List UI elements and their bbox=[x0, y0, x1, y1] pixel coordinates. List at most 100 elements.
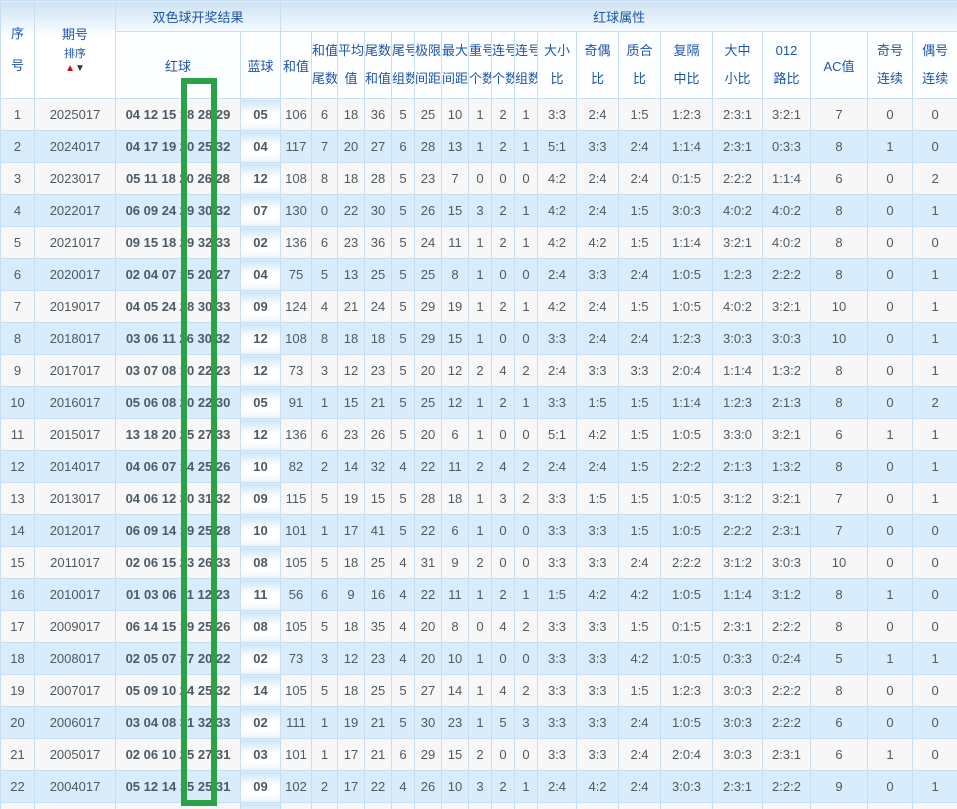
cell-attr-16: 9 bbox=[811, 803, 868, 809]
cell-attr-10: 5:1 bbox=[538, 131, 577, 163]
cell-attr-17: 1 bbox=[868, 803, 913, 809]
cell-attr-8: 0 bbox=[492, 515, 515, 547]
cell-attr-16: 8 bbox=[811, 227, 868, 259]
cell-attr-6: 10 bbox=[442, 99, 469, 131]
cell-attr-5: 31 bbox=[415, 547, 442, 579]
cell-attr-6: 18 bbox=[442, 483, 469, 515]
cell-attr-9: 1 bbox=[515, 291, 538, 323]
cell-seq: 3 bbox=[1, 163, 35, 195]
table-row: 9201701703 07 08 10 22 23127331223520122… bbox=[1, 355, 957, 387]
cell-attr-7: 1 bbox=[469, 387, 492, 419]
cell-attr-7: 1 bbox=[469, 259, 492, 291]
cell-red-balls: 06 14 15 19 25 26 bbox=[116, 611, 241, 643]
cell-attr-8: 2 bbox=[492, 579, 515, 611]
cell-attr-2: 14 bbox=[338, 451, 365, 483]
column-header-issue-sort: 期号 排序 ▲▼ bbox=[35, 1, 116, 99]
cell-attr-14: 2:3:1 bbox=[713, 131, 763, 163]
cell-attr-0: 105 bbox=[281, 547, 312, 579]
cell-attr-11: 3:3 bbox=[577, 355, 619, 387]
cell-attr-17: 0 bbox=[868, 547, 913, 579]
cell-attr-1: 2 bbox=[312, 771, 338, 803]
cell-attr-18: 2 bbox=[913, 387, 957, 419]
cell-attr-0: 115 bbox=[281, 483, 312, 515]
cell-attr-13: 1:0:5 bbox=[661, 259, 713, 291]
cell-attr-0: 91 bbox=[281, 387, 312, 419]
cell-attr-2: 17 bbox=[338, 739, 365, 771]
cell-attr-17: 1 bbox=[868, 579, 913, 611]
cell-attr-0: 110 bbox=[281, 803, 312, 809]
cell-attr-12: 1:5 bbox=[619, 451, 661, 483]
cell-attr-1: 4 bbox=[312, 291, 338, 323]
cell-attr-5: 24 bbox=[415, 227, 442, 259]
cell-attr-2: 18 bbox=[338, 99, 365, 131]
cell-attr-8: 3 bbox=[492, 483, 515, 515]
cell-attr-13: 1:1:4 bbox=[661, 227, 713, 259]
cell-attr-15: 2:2:2 bbox=[763, 675, 811, 707]
cell-attr-10: 3:3 bbox=[538, 483, 577, 515]
cell-attr-11: 3:3 bbox=[577, 515, 619, 547]
cell-attr-12: 1:5 bbox=[619, 195, 661, 227]
cell-attr-15: 2:2:2 bbox=[763, 771, 811, 803]
cell-attr-7: 1 bbox=[469, 323, 492, 355]
cell-attr-1: 5 bbox=[312, 675, 338, 707]
cell-attr-15: 3:2:1 bbox=[763, 99, 811, 131]
column-header-attr-6: 最大间距 bbox=[442, 32, 469, 99]
cell-red-balls: 06 09 24 29 30 32 bbox=[116, 195, 241, 227]
cell-attr-5: 29 bbox=[415, 323, 442, 355]
issue-sort-control[interactable]: ▲▼ bbox=[35, 62, 115, 78]
cell-attr-4: 5 bbox=[392, 707, 415, 739]
cell-attr-13: 1:0:5 bbox=[661, 515, 713, 547]
column-header-attr-1: 和值尾数 bbox=[312, 32, 338, 99]
cell-attr-4: 6 bbox=[392, 131, 415, 163]
cell-blue-ball: 07 bbox=[241, 195, 281, 227]
cell-blue-ball: 09 bbox=[241, 771, 281, 803]
cell-attr-9: 1 bbox=[515, 99, 538, 131]
cell-seq: 1 bbox=[1, 99, 35, 131]
column-header-attr-10: 大小比 bbox=[538, 32, 577, 99]
cell-attr-8: 2 bbox=[492, 387, 515, 419]
cell-attr-0: 108 bbox=[281, 323, 312, 355]
cell-attr-17: 0 bbox=[868, 451, 913, 483]
cell-attr-17: 0 bbox=[868, 227, 913, 259]
cell-attr-7: 2 bbox=[469, 451, 492, 483]
cell-attr-18: 0 bbox=[913, 547, 957, 579]
cell-attr-1: 1 bbox=[312, 387, 338, 419]
table-row: 2202401704 17 19 20 25 32041177202762813… bbox=[1, 131, 957, 163]
cell-attr-16: 6 bbox=[811, 707, 868, 739]
cell-attr-18: 0 bbox=[913, 579, 957, 611]
cell-attr-5: 26 bbox=[415, 195, 442, 227]
cell-attr-6: 11 bbox=[442, 579, 469, 611]
cell-attr-14: 2:3:1 bbox=[713, 771, 763, 803]
cell-attr-2: 18 bbox=[338, 547, 365, 579]
cell-attr-17: 0 bbox=[868, 483, 913, 515]
table-body: 1202501704 12 15 18 28 29051066183652510… bbox=[1, 99, 957, 809]
cell-issue: 2025017 bbox=[35, 99, 116, 131]
cell-attr-2: 12 bbox=[338, 643, 365, 675]
cell-attr-10: 4:2 bbox=[538, 163, 577, 195]
cell-attr-3: 28 bbox=[365, 163, 392, 195]
cell-attr-16: 8 bbox=[811, 195, 868, 227]
cell-attr-16: 8 bbox=[811, 675, 868, 707]
cell-attr-9: 0 bbox=[515, 515, 538, 547]
sort-ascending-icon[interactable]: ▲ bbox=[65, 63, 75, 74]
group-header-redball-attributes: 红球属性 bbox=[281, 1, 957, 32]
cell-attr-6: 10 bbox=[442, 643, 469, 675]
cell-attr-13: 1:0:5 bbox=[661, 291, 713, 323]
cell-attr-5: 29 bbox=[415, 739, 442, 771]
cell-attr-8: 0 bbox=[492, 643, 515, 675]
cell-attr-5: 23 bbox=[415, 163, 442, 195]
cell-attr-12: 3:3 bbox=[619, 803, 661, 809]
cell-attr-17: 0 bbox=[868, 675, 913, 707]
cell-attr-18: 1 bbox=[913, 483, 957, 515]
column-header-attr-3: 尾数和值 bbox=[365, 32, 392, 99]
cell-seq: 17 bbox=[1, 611, 35, 643]
table-row: 8201801703 06 11 26 30 32121088181852915… bbox=[1, 323, 957, 355]
cell-attr-0: 111 bbox=[281, 707, 312, 739]
table-header: 序 号 期号 排序 ▲▼ 双色球开奖结果 红球属性 红球 蓝球 和值和值尾数平均… bbox=[1, 1, 957, 99]
cell-attr-3: 18 bbox=[365, 323, 392, 355]
group-header-draw-result: 双色球开奖结果 bbox=[116, 1, 281, 32]
cell-issue: 2019017 bbox=[35, 291, 116, 323]
cell-attr-6: 11 bbox=[442, 227, 469, 259]
sort-descending-icon[interactable]: ▼ bbox=[75, 63, 85, 74]
cell-attr-7: 0 bbox=[469, 611, 492, 643]
